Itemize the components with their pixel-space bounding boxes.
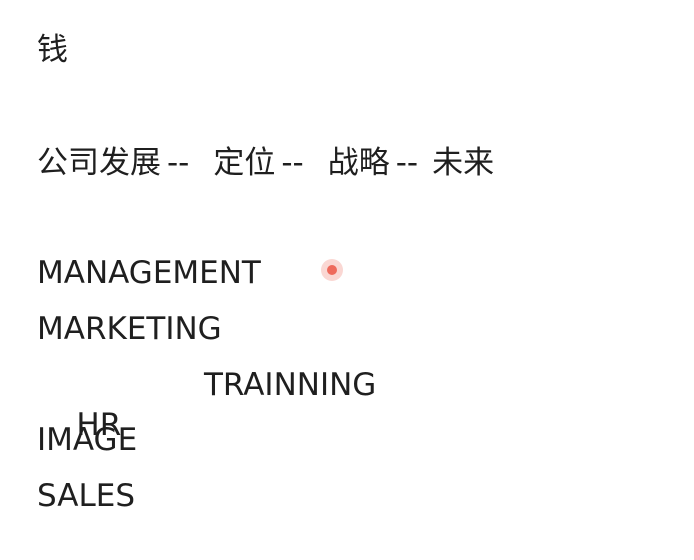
path-separator: --	[167, 145, 190, 181]
note-title: 钱	[37, 32, 68, 68]
path-separator: --	[395, 145, 419, 181]
item-management: MANAGEMENT	[37, 255, 261, 291]
path-separator: --	[281, 145, 304, 181]
item-sales: SALES	[37, 478, 135, 514]
note-canvas: 钱 公司发展 -- 定位 -- 战略 -- 未来 MANAGEMENT MARKETING …	[0, 0, 694, 560]
item-image: IMAGE	[37, 422, 138, 458]
path-segment-development: 公司发展	[37, 145, 161, 181]
path-segment-strategy: 战略	[327, 145, 390, 181]
item-training: TRAINNING	[204, 367, 377, 403]
development-path: 公司发展 -- 定位 -- 战略 -- 未来	[37, 143, 494, 183]
path-segment-positioning: 定位	[213, 145, 276, 181]
pointer-cursor-dot	[321, 259, 343, 281]
path-segment-future: 未来	[432, 145, 495, 181]
item-marketing: MARKETING	[37, 311, 222, 347]
